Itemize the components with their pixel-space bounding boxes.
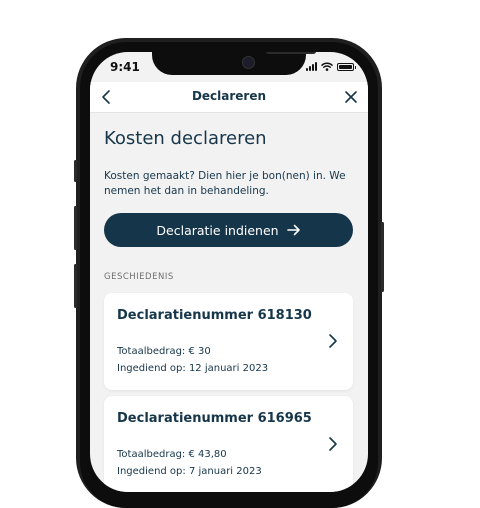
signal-icon [306, 62, 317, 71]
chevron-right-icon[interactable] [327, 436, 339, 452]
arrow-right-icon [286, 224, 300, 236]
nav-title: Declareren [191, 89, 267, 103]
page-title: Kosten declareren [104, 128, 267, 149]
declaration-number: Declaratienummer 616965 [117, 411, 312, 426]
notch [152, 52, 316, 75]
wifi-icon [321, 62, 333, 71]
declaration-amount: Totaalbedrag: € 30 [117, 346, 211, 357]
intro-text: Kosten gemaakt? Dien hier je bon(nen) in… [104, 170, 346, 197]
camera [242, 56, 255, 69]
declaration-number: Declaratienummer 618130 [117, 308, 312, 323]
declaration-amount: Totaalbedrag: € 43,80 [117, 449, 227, 460]
history-section-label: GESCHIEDENIS [104, 272, 174, 282]
phone-volume-down [74, 264, 77, 308]
nav-bar: Declareren [90, 82, 368, 113]
status-icons [306, 62, 356, 71]
phone-volume-up [74, 206, 77, 250]
phone-mute-switch [74, 160, 77, 182]
declaration-date: Ingediend op: 7 januari 2023 [117, 466, 262, 477]
declaration-card[interactable]: Declaratienummer 616965 Totaalbedrag: € … [104, 396, 353, 492]
speaker [266, 52, 316, 54]
phone-screen: 9:41 Declareren Kosten declareren Kosten… [90, 52, 368, 492]
submit-declaration-label: Declaratie indienen [156, 222, 279, 238]
battery-icon [337, 62, 356, 71]
declaration-card[interactable]: Declaratienummer 618130 Totaalbedrag: € … [104, 293, 353, 390]
declaration-date: Ingediend op: 12 januari 2023 [117, 363, 269, 374]
chevron-right-icon[interactable] [327, 333, 339, 349]
status-time: 9:41 [110, 60, 140, 74]
close-icon[interactable] [342, 88, 360, 106]
submit-declaration-button[interactable]: Declaratie indienen [104, 213, 353, 247]
phone-power-button [381, 222, 384, 292]
